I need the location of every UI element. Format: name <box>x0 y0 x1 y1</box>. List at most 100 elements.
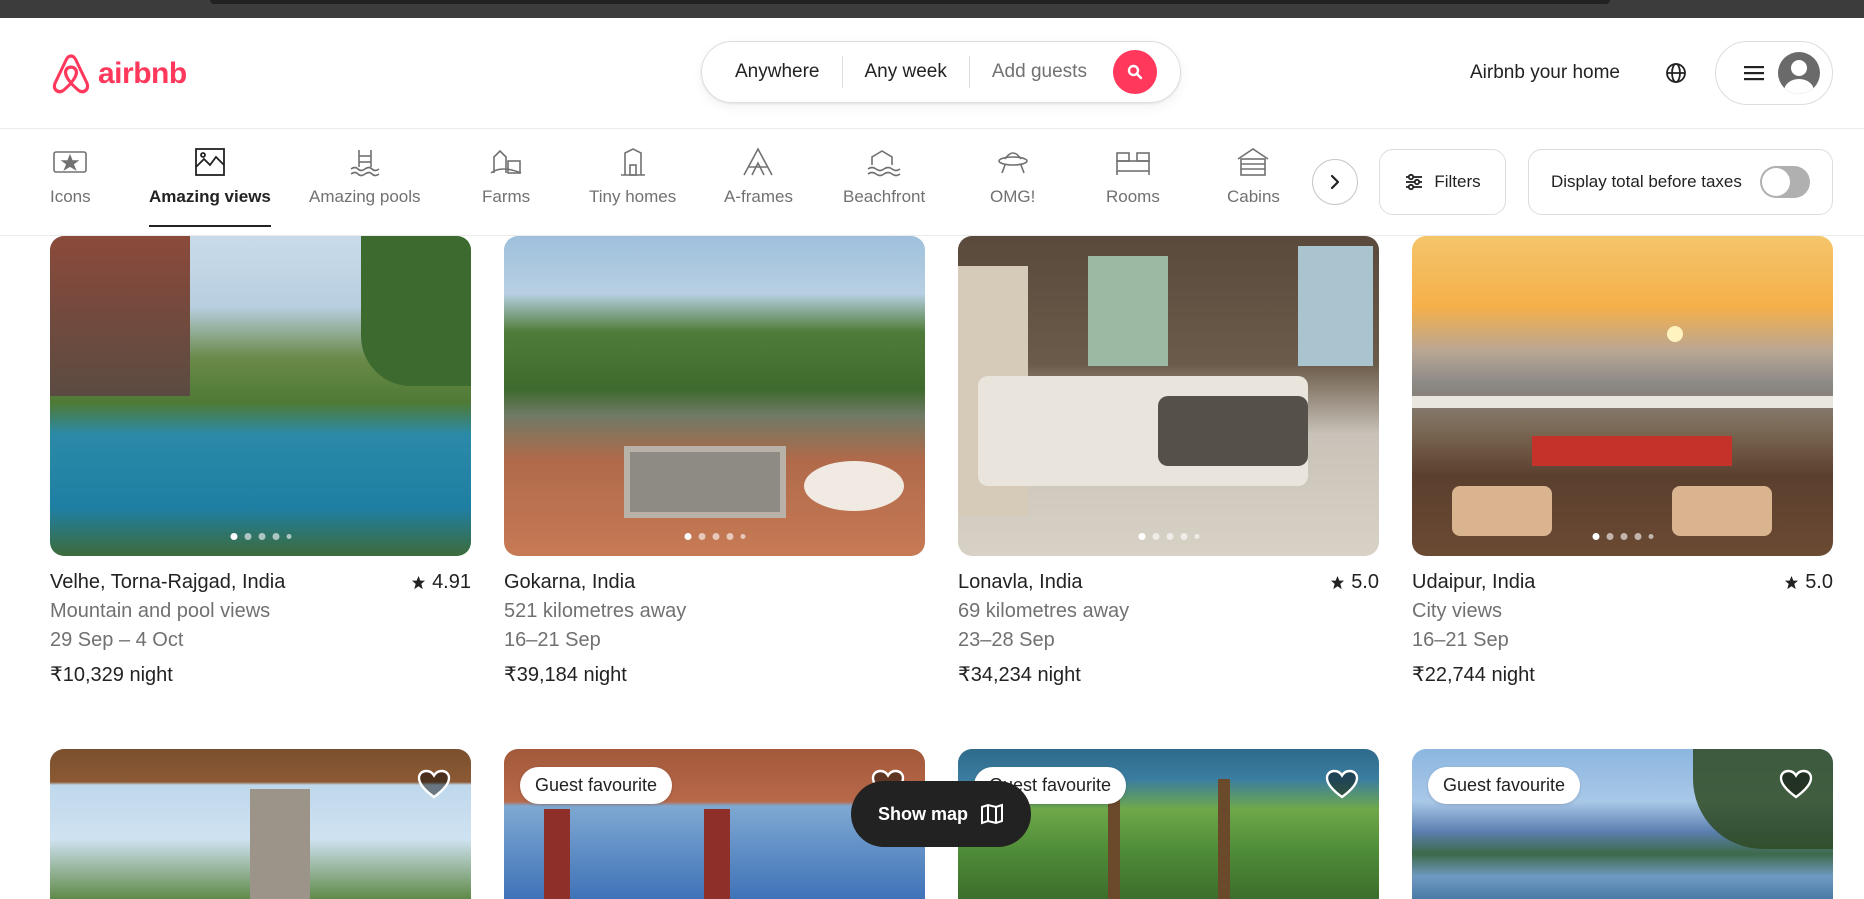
listing-info: Velhe, Torna-Rajgad, India 4.91 Mountain… <box>50 571 471 687</box>
category-farms[interactable]: Farms <box>482 147 530 207</box>
listing-photo[interactable] <box>504 236 925 556</box>
listing-photo[interactable] <box>50 749 471 899</box>
listing-subtitle: 521 kilometres away <box>504 600 687 622</box>
category-beachfront[interactable]: Beachfront <box>843 147 925 207</box>
category-label: Amazing pools <box>309 187 421 206</box>
rooms-icon <box>1116 152 1150 175</box>
category-label: Tiny homes <box>589 187 677 206</box>
guest-favourite-badge: Guest favourite <box>1428 767 1581 804</box>
listing-photo[interactable]: Guest favourite <box>1412 749 1833 899</box>
listing-subtitle: Mountain and pool views <box>50 600 271 622</box>
listing-subtitle: City views <box>1412 600 1503 622</box>
wishlist-button[interactable] <box>1779 769 1813 804</box>
heart-icon <box>417 769 451 799</box>
listing-location: Velhe, Torna-Rajgad, India <box>50 571 286 593</box>
user-menu-button[interactable] <box>1715 41 1833 105</box>
listing-dates: 16–21 Sep <box>1412 629 1509 651</box>
airbnb-logo[interactable]: airbnb <box>50 52 187 96</box>
carousel-dots <box>684 533 745 540</box>
search-when[interactable]: Any week <box>843 61 969 83</box>
farm-icon <box>490 149 522 174</box>
guest-favourite-badge: Guest favourite <box>520 767 673 804</box>
search-bar[interactable]: Anywhere Any week Add guests <box>701 41 1181 103</box>
listing-photo[interactable] <box>958 236 1379 556</box>
listing-dates: 16–21 Sep <box>504 629 601 651</box>
listing-info: Udaipur, India 5.0 City views 16–21 Sep … <box>1412 571 1833 687</box>
listing-rating: 4.91 <box>411 571 471 594</box>
category-label: A-frames <box>724 187 793 206</box>
listing-location: Lonavla, India <box>958 571 1083 593</box>
listing-info: Gokarna, India 521 kilometres away 16–21… <box>504 571 925 687</box>
search-icon <box>1127 64 1143 80</box>
listing-dates: 29 Sep – 4 Oct <box>50 629 184 651</box>
site-header: airbnb Anywhere Any week Add guests Airb… <box>0 18 1864 129</box>
taxes-label: Display total before taxes <box>1551 172 1742 191</box>
filters-button[interactable]: Filters <box>1379 149 1506 215</box>
heart-icon <box>1779 769 1813 799</box>
carousel-dots <box>1138 533 1199 540</box>
cabin-icon <box>1238 148 1269 176</box>
listing-location: Udaipur, India <box>1412 571 1536 593</box>
chevron-right-icon <box>1330 174 1340 190</box>
carousel-dots <box>1592 533 1653 540</box>
hamburger-icon <box>1744 66 1764 81</box>
listing-price: ₹22,744 night <box>1412 664 1535 686</box>
amazing-views-icon <box>195 148 225 176</box>
show-map-button[interactable]: Show map <box>851 781 1031 847</box>
category-label: OMG! <box>990 187 1036 206</box>
category-omg[interactable]: OMG! <box>990 147 1035 207</box>
taxes-toggle[interactable] <box>1760 166 1810 198</box>
avatar <box>1778 52 1820 94</box>
category-amazing-pools[interactable]: Amazing pools <box>309 147 421 207</box>
icons-icon <box>53 151 88 173</box>
listing-subtitle: 69 kilometres away <box>958 600 1130 622</box>
search-where[interactable]: Anywhere <box>702 61 842 83</box>
filters-label: Filters <box>1434 172 1481 191</box>
airbnb-logo-icon <box>52 54 90 94</box>
search-button[interactable] <box>1112 50 1157 94</box>
category-icons[interactable]: Icons <box>50 147 91 207</box>
listing-dates: 23–28 Sep <box>958 629 1055 651</box>
pool-icon <box>350 150 380 177</box>
listing-photo[interactable] <box>1412 236 1833 556</box>
show-map-label: Show map <box>877 803 968 824</box>
category-label: Icons <box>50 187 91 206</box>
listing-photo[interactable] <box>50 236 471 556</box>
star-icon <box>1785 575 1799 590</box>
host-link[interactable]: Airbnb your home <box>1470 62 1620 84</box>
category-amazing-views[interactable]: Amazing views <box>149 147 271 227</box>
search-guests[interactable]: Add guests <box>970 61 1109 83</box>
beachfront-icon <box>867 150 901 177</box>
category-rooms[interactable]: Rooms <box>1106 147 1160 207</box>
listing-info: Lonavla, India 5.0 69 kilometres away 23… <box>958 571 1379 687</box>
carousel-dots <box>230 533 291 540</box>
globe-icon <box>1666 63 1686 83</box>
heart-icon <box>1325 769 1359 799</box>
category-tiny-homes[interactable]: Tiny homes <box>589 147 676 207</box>
category-next-button[interactable] <box>1312 159 1358 205</box>
a-frame-icon <box>743 147 774 176</box>
category-cabins[interactable]: Cabins <box>1227 147 1280 207</box>
map-icon <box>981 803 1003 825</box>
star-icon <box>1331 575 1345 590</box>
browser-top-bar <box>0 0 1864 18</box>
star-icon <box>412 575 426 590</box>
category-label: Rooms <box>1106 187 1160 206</box>
category-label: Farms <box>482 187 531 206</box>
listing-location: Gokarna, India <box>504 571 636 593</box>
display-taxes-control: Display total before taxes <box>1528 149 1833 215</box>
listing-rating: 5.0 <box>1330 571 1379 594</box>
tiny-home-icon <box>620 148 645 176</box>
language-button[interactable] <box>1664 61 1688 90</box>
active-underline <box>149 225 271 227</box>
wishlist-button[interactable] <box>1325 769 1359 804</box>
listing-price: ₹34,234 night <box>958 664 1081 686</box>
ufo-icon <box>997 152 1028 174</box>
listing-price: ₹10,329 night <box>50 664 173 686</box>
category-a-frames[interactable]: A-frames <box>724 147 793 207</box>
wishlist-button[interactable] <box>417 769 451 804</box>
category-label: Beachfront <box>843 187 926 206</box>
category-label: Cabins <box>1227 187 1280 206</box>
listing-rating: 5.0 <box>1784 571 1833 594</box>
brand-name: airbnb <box>98 57 187 90</box>
